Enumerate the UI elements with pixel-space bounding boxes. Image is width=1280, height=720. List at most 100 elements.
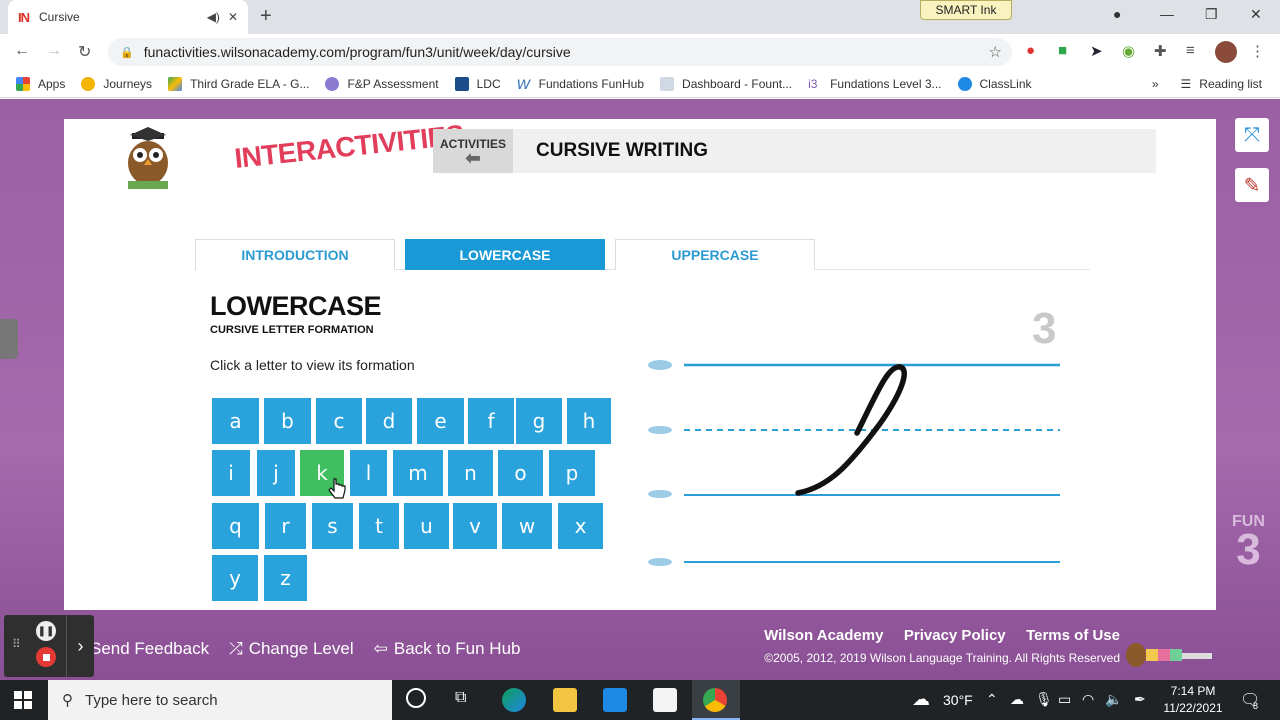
fundations-logo[interactable] <box>1124 629 1216 669</box>
bookmark-classlink[interactable]: ClassLink <box>957 76 1032 91</box>
letter-button-e[interactable]: e <box>417 398 464 444</box>
speaker-icon[interactable]: ◀) <box>207 10 220 24</box>
letter-button-u[interactable]: u <box>404 503 449 549</box>
volume-icon[interactable]: 🔈 <box>1105 691 1122 708</box>
tab-close-icon[interactable]: ✕ <box>228 10 238 24</box>
menu-dots-icon[interactable]: ⋮ <box>1250 42 1265 60</box>
terms-of-use-link[interactable]: Terms of Use <box>1026 627 1120 644</box>
file-explorer-icon[interactable] <box>553 688 577 712</box>
letter-button-m[interactable]: m <box>393 450 443 496</box>
wilson-academy-link[interactable]: Wilson Academy <box>764 627 883 644</box>
bookmark-fundations-level3[interactable]: i3 Fundations Level 3... <box>808 77 941 91</box>
pause-icon[interactable]: ❚❚ <box>36 621 56 641</box>
letter-button-a[interactable]: a <box>212 398 259 444</box>
temperature-text[interactable]: 30°F <box>943 692 973 708</box>
new-tab-button[interactable]: + <box>260 5 272 28</box>
extensions-puzzle-icon[interactable]: ✚ <box>1154 42 1167 60</box>
reload-icon[interactable]: ↻ <box>78 42 91 62</box>
letter-button-o[interactable]: o <box>498 450 543 496</box>
drag-handle-icon[interactable]: ⠿ <box>12 637 21 651</box>
back-arrow-icon[interactable]: ← <box>14 42 30 60</box>
fullscreen-button[interactable]: ⤧ <box>1235 118 1269 152</box>
cortana-icon[interactable] <box>406 688 426 708</box>
letter-button-r[interactable]: r <box>265 503 306 549</box>
pen-icon[interactable]: ✒ <box>1134 691 1146 708</box>
restore-button[interactable]: ❐ <box>1205 6 1218 23</box>
bookmarks-overflow-chevron[interactable]: » <box>1152 77 1159 91</box>
mail-icon[interactable] <box>603 688 627 712</box>
bookmark-ldc[interactable]: LDC <box>454 76 501 91</box>
letter-button-s[interactable]: s <box>312 503 353 549</box>
letter-button-p[interactable]: p <box>549 450 595 496</box>
clock[interactable]: 7:14 PM 11/22/2021 <box>1160 684 1226 715</box>
letter-button-t[interactable]: t <box>359 503 399 549</box>
tab-introduction[interactable]: INTRODUCTION <box>195 239 395 270</box>
expand-chevron-icon[interactable]: › <box>66 615 94 677</box>
instruction-text: Click a letter to view its formation <box>210 357 415 373</box>
extension-green-icon[interactable]: ■ <box>1058 42 1067 59</box>
reading-list-icon[interactable]: ☰ <box>1181 77 1192 91</box>
hand-cursor-icon <box>328 478 346 499</box>
letter-button-y[interactable]: y <box>212 555 258 601</box>
battery-icon[interactable]: ▭ <box>1058 691 1071 708</box>
letter-button-f[interactable]: f <box>468 398 514 444</box>
bookmark-apps[interactable]: Apps <box>16 76 65 91</box>
user-avatar[interactable] <box>1215 41 1237 63</box>
side-panel-handle[interactable] <box>0 319 18 359</box>
letter-button-n[interactable]: n <box>448 450 493 496</box>
reading-list-link[interactable]: Reading list <box>1199 77 1262 91</box>
address-bar[interactable]: 🔒 funactivities.wilsonacademy.com/progra… <box>108 38 1012 66</box>
back-to-fun-hub-link[interactable]: ⇦ Back to Fun Hub <box>374 639 521 659</box>
logo-text: INTERACTIVITIES <box>232 119 466 174</box>
taskbar-search-box[interactable]: ⚲ Type here to search <box>48 680 392 720</box>
letter-button-i[interactable]: i <box>212 450 250 496</box>
letter-button-j[interactable]: j <box>257 450 295 496</box>
tray-expand-icon[interactable]: ⌃ <box>986 691 998 708</box>
smart-ink-toolbar[interactable]: SMART Ink <box>920 0 1012 20</box>
wifi-icon[interactable]: ◠ <box>1082 691 1094 708</box>
forward-arrow-icon[interactable]: → <box>46 42 62 60</box>
stop-record-icon[interactable] <box>36 647 56 667</box>
send-feedback-link[interactable]: Send Feedback <box>90 639 209 659</box>
letter-button-z[interactable]: z <box>264 555 307 601</box>
activities-back-button[interactable]: ACTIVITIES ⬅ <box>433 129 513 173</box>
task-view-icon[interactable]: ⧉ <box>455 689 466 707</box>
letter-button-v[interactable]: v <box>453 503 497 549</box>
bookmark-fp-assessment[interactable]: F&P Assessment <box>325 76 439 91</box>
microphone-icon[interactable]: 🎙 <box>1035 691 1053 708</box>
paintbrush-button[interactable]: ✎ <box>1235 168 1269 202</box>
minimize-button[interactable]: — <box>1160 6 1174 22</box>
letter-button-b[interactable]: b <box>264 398 311 444</box>
tab-lowercase[interactable]: LOWERCASE <box>405 239 605 270</box>
extension-red-icon[interactable]: ● <box>1026 42 1035 59</box>
bookmark-journeys[interactable]: Journeys <box>81 76 152 91</box>
bookmark-fundations-funhub[interactable]: W Fundations FunHub <box>517 77 644 91</box>
profile-menu-icon[interactable]: ● <box>1113 6 1121 22</box>
onedrive-icon[interactable]: ☁ <box>1010 691 1024 708</box>
extension-circle-icon[interactable]: ◉ <box>1122 42 1135 60</box>
interactivities-logo[interactable]: INTERACTIVITIES <box>122 119 465 201</box>
letter-button-d[interactable]: d <box>366 398 412 444</box>
bookmark-third-grade-ela[interactable]: Third Grade ELA - G... <box>168 76 309 91</box>
window-close-button[interactable]: ✕ <box>1250 6 1262 23</box>
weather-cloud-icon[interactable]: ☁ <box>912 689 930 710</box>
chrome-icon[interactable] <box>703 688 727 712</box>
edge-browser-icon[interactable] <box>502 688 526 712</box>
letter-button-h[interactable]: h <box>567 398 611 444</box>
letter-button-g[interactable]: g <box>516 398 562 444</box>
tab-uppercase[interactable]: UPPERCASE <box>615 239 815 270</box>
letter-button-x[interactable]: x <box>558 503 603 549</box>
letter-button-c[interactable]: c <box>316 398 362 444</box>
store-icon[interactable] <box>653 688 677 712</box>
change-level-link[interactable]: ⤮ Change Level <box>229 639 354 659</box>
letter-button-q[interactable]: q <box>212 503 259 549</box>
privacy-policy-link[interactable]: Privacy Policy <box>904 627 1006 644</box>
extension-cursor-icon[interactable]: ➤ <box>1090 42 1103 60</box>
media-control-icon[interactable]: ≡ <box>1186 42 1195 59</box>
letter-button-w[interactable]: w <box>502 503 552 549</box>
windows-start-icon[interactable] <box>14 691 32 709</box>
bookmark-star-icon[interactable]: ☆ <box>989 43 1002 61</box>
letter-button-l[interactable]: l <box>350 450 387 496</box>
bookmark-dashboard[interactable]: Dashboard - Fount... <box>660 76 792 91</box>
browser-tab[interactable]: IN Cursive ◀) ✕ <box>8 0 248 34</box>
